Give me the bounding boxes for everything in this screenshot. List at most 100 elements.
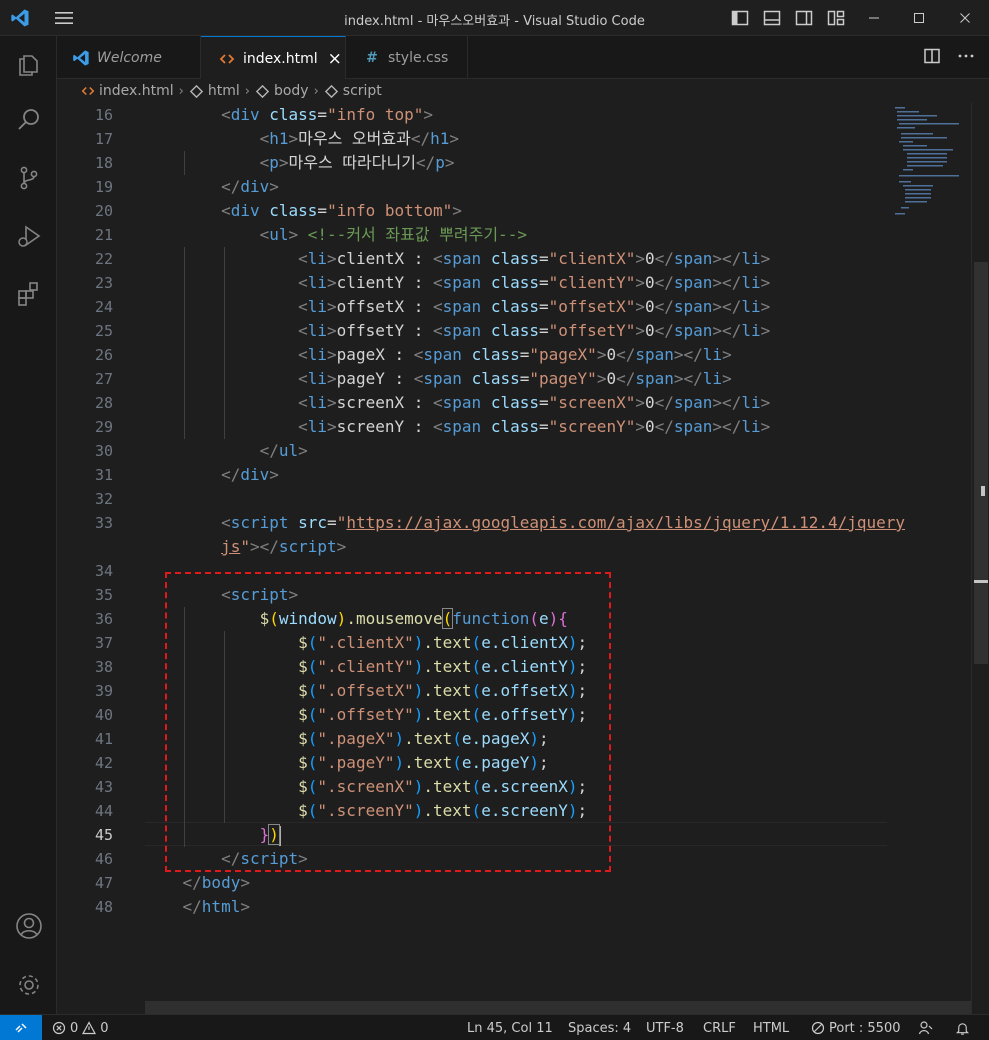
tab-style-css[interactable]: # style.css xyxy=(346,36,468,79)
toggle-secondary-sidebar-icon[interactable] xyxy=(794,8,814,28)
eol-setting[interactable]: CRLF xyxy=(703,1015,736,1040)
breadcrumb-item-html[interactable]: html xyxy=(189,83,240,99)
manage-button[interactable] xyxy=(0,961,57,1009)
extensions-button[interactable] xyxy=(0,270,57,318)
notifications-button[interactable] xyxy=(955,1015,970,1040)
text-cursor xyxy=(278,825,281,846)
minimize-icon xyxy=(869,17,879,19)
live-server-port[interactable]: Port : 5500 xyxy=(811,1015,901,1040)
close-icon xyxy=(960,13,970,23)
symbol-element-icon xyxy=(255,84,270,98)
line-number: 35 xyxy=(94,586,113,604)
vscode-logo-icon xyxy=(71,48,91,68)
code-line: $(".pageX").text(e.pageX); xyxy=(298,729,549,748)
bell-icon xyxy=(955,1022,970,1035)
split-editor-icon[interactable] xyxy=(923,47,941,69)
horizontal-scrollbar[interactable] xyxy=(145,1001,971,1014)
source-control-button[interactable] xyxy=(0,154,57,202)
line-number: 22 xyxy=(94,250,113,268)
code-line: $(".offsetX").text(e.offsetX); xyxy=(298,681,588,700)
line-number: 24 xyxy=(94,298,113,316)
css-file-icon: # xyxy=(366,49,378,66)
more-actions-icon[interactable] xyxy=(957,47,975,69)
tab-index-html[interactable]: index.html × xyxy=(201,36,346,80)
code-line: <p>마우스 따라다니기</p> xyxy=(259,153,455,172)
encoding-setting[interactable]: UTF-8 xyxy=(646,1015,684,1040)
run-debug-button[interactable] xyxy=(0,212,57,260)
search-button[interactable] xyxy=(0,96,57,144)
line-number: 23 xyxy=(94,274,113,292)
line-number: 33 xyxy=(94,514,113,532)
customize-layout-icon[interactable] xyxy=(826,8,846,28)
breadcrumb-item-body[interactable]: body xyxy=(255,83,309,99)
accounts-status-icon[interactable] xyxy=(918,1015,934,1040)
line-number: 34 xyxy=(94,562,113,580)
close-window-button[interactable] xyxy=(943,0,987,36)
code-line: $(".clientX").text(e.clientX); xyxy=(298,633,588,652)
scrollbar-thumb[interactable] xyxy=(974,262,988,664)
code-line: $(".screenX").text(e.screenX); xyxy=(298,777,588,796)
code-line: $(".screenY").text(e.screenY); xyxy=(298,801,588,820)
vertical-scrollbar[interactable] xyxy=(971,103,989,1014)
title-bar: index.html - 마우스오버효과 - Visual Studio Cod… xyxy=(0,0,989,36)
remote-indicator-button[interactable] xyxy=(0,1015,42,1040)
minimap[interactable] xyxy=(891,103,971,223)
code-editor[interactable]: 16 17 18 19 20 21 22 23 24 25 26 27 28 29 30 31 32 33 34 35… xyxy=(57,103,989,1014)
hamburger-menu-icon[interactable] xyxy=(52,9,76,27)
code-line: $(window).mousemove(function(e){ xyxy=(259,608,568,629)
code-line: <script src="https://ajax.googleapis.com… xyxy=(221,513,906,532)
accounts-button[interactable] xyxy=(0,902,57,950)
code-line: $(".pageY").text(e.pageY); xyxy=(298,753,549,772)
code-line: </body> xyxy=(182,873,250,892)
line-number: 37 xyxy=(94,634,113,652)
line-number: 25 xyxy=(94,322,113,340)
toggle-primary-sidebar-icon[interactable] xyxy=(730,8,750,28)
line-number: 36 xyxy=(94,610,113,628)
source-control-icon xyxy=(20,166,37,190)
code-line: </div> xyxy=(221,465,279,484)
code-line: <li>screenX : <span class="screenX">0</s… xyxy=(298,393,771,412)
tab-label: style.css xyxy=(388,49,449,66)
line-number: 20 xyxy=(94,202,113,220)
chevron-right-icon: › xyxy=(244,83,250,99)
code-line: $(".offsetY").text(e.offsetY); xyxy=(298,705,588,724)
code-line: <li>screenY : <span class="screenY">0</s… xyxy=(298,417,771,436)
no-entry-icon xyxy=(811,1021,825,1035)
symbol-element-icon xyxy=(324,84,338,98)
code-line: <li>clientY : <span class="clientY">0</s… xyxy=(298,273,771,292)
code-line: <li>offsetY : <span class="offsetY">0</s… xyxy=(298,321,771,340)
close-tab-icon[interactable]: × xyxy=(328,49,342,69)
code-line: <script> xyxy=(221,585,299,604)
cursor-position[interactable]: Ln 45, Col 11 xyxy=(467,1015,553,1040)
language-mode[interactable]: HTML xyxy=(753,1015,789,1040)
line-number: 42 xyxy=(94,754,113,772)
code-line: <li>pageY : <span class="pageY">0</span>… xyxy=(298,369,732,388)
explorer-button[interactable] xyxy=(0,40,57,88)
status-bar: 0 0 Ln 45, Col 11 Spaces: 4 UTF-8 CRLF H… xyxy=(0,1014,989,1040)
indentation-setting[interactable]: Spaces: 4 xyxy=(568,1015,631,1040)
code-line: </html> xyxy=(182,897,250,916)
toggle-panel-icon[interactable] xyxy=(762,8,782,28)
line-number: 17 xyxy=(94,130,113,148)
breadcrumb-item-script[interactable]: script xyxy=(324,83,382,99)
line-number: 44 xyxy=(94,802,113,820)
account-icon xyxy=(15,913,42,939)
code-line: <ul> <!--커서 좌표값 뿌려주기--> xyxy=(259,225,527,244)
breadcrumb: index.html › html › body › script xyxy=(57,79,989,103)
code-line: </script> xyxy=(221,849,308,868)
breadcrumb-item-file[interactable]: index.html xyxy=(81,83,174,99)
maximize-icon xyxy=(914,13,924,23)
tab-welcome[interactable]: Welcome xyxy=(57,36,201,79)
line-number: 26 xyxy=(94,346,113,364)
code-line: </ul> xyxy=(259,441,308,460)
chevron-right-icon: › xyxy=(313,83,319,99)
line-number: 47 xyxy=(94,874,113,892)
line-number: 18 xyxy=(94,154,113,172)
maximize-button[interactable] xyxy=(897,0,941,36)
search-icon xyxy=(17,109,39,130)
html-file-icon xyxy=(81,86,95,96)
minimize-button[interactable] xyxy=(852,0,896,36)
activity-bar xyxy=(0,36,57,1014)
jquery-url-link[interactable]: https://ajax.googleapis.com/ajax/libs/jq… xyxy=(346,513,905,532)
problems-indicator[interactable]: 0 0 xyxy=(52,1015,109,1040)
